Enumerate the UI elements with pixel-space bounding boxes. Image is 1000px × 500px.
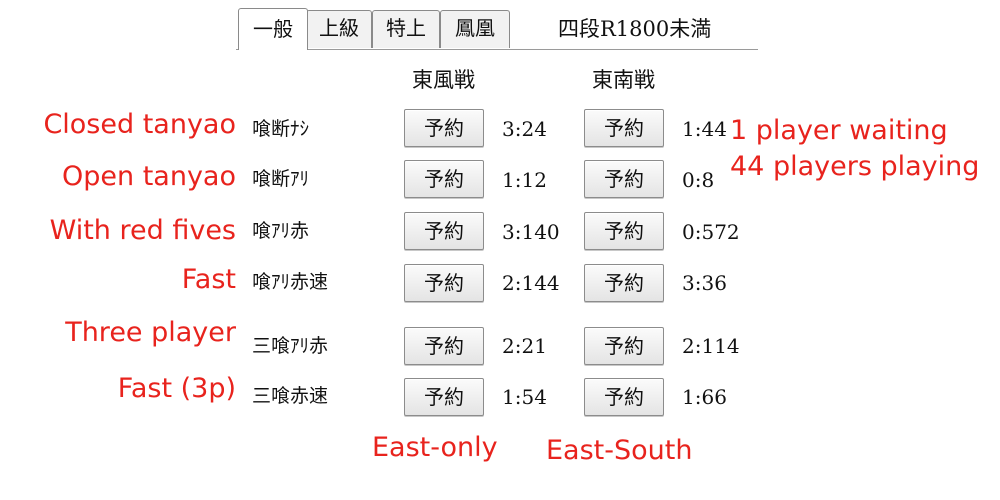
count-closed-tanyao-east-only: 3:24 — [502, 117, 547, 141]
rule-name-red-fives: 喰ｱﾘ赤 — [252, 220, 310, 242]
count-red-fives-east-south: 0:572 — [682, 220, 740, 244]
annotation-players-playing: 44 players playing — [730, 151, 980, 182]
tab-advanced[interactable]: 上級 — [306, 10, 372, 48]
tab-phoenix[interactable]: 鳳凰 — [440, 10, 510, 48]
rule-name-fast: 喰ｱﾘ赤速 — [252, 271, 329, 293]
rule-name-fast-3p: 三喰赤速 — [252, 385, 329, 407]
reserve-button-fast-east-only[interactable]: 予約 — [404, 264, 484, 302]
reserve-button-fast-3p-east-only[interactable]: 予約 — [404, 378, 484, 416]
count-open-tanyao-east-only: 1:12 — [502, 168, 547, 192]
count-open-tanyao-east-south: 0:8 — [682, 168, 715, 192]
rule-name-closed-tanyao: 喰断ﾅｼ — [252, 118, 310, 140]
tab-bar-baseline — [236, 49, 758, 50]
annotation-open-tanyao: Open tanyao — [62, 161, 236, 192]
count-closed-tanyao-east-south: 1:44 — [682, 117, 727, 141]
reserve-button-fast-east-south[interactable]: 予約 — [584, 264, 664, 302]
annotation-closed-tanyao: Closed tanyao — [43, 109, 236, 140]
room-tab-bar: 一般 上級 特上 鳳凰 四段R1800未満 — [236, 8, 758, 50]
tab-expert[interactable]: 特上 — [372, 10, 440, 48]
annotation-east-only: East-only — [372, 432, 498, 463]
reserve-button-open-tanyao-east-south[interactable]: 予約 — [584, 160, 664, 198]
rule-name-open-tanyao: 喰断ｱﾘ — [252, 168, 310, 190]
count-fast-3p-east-south: 1:66 — [682, 385, 727, 409]
annotation-red-fives: With red fives — [49, 215, 236, 246]
count-three-player-east-only: 2:21 — [502, 334, 547, 358]
reserve-button-red-fives-east-only[interactable]: 予約 — [404, 212, 484, 250]
count-three-player-east-south: 2:114 — [682, 334, 740, 358]
annotation-players-waiting: 1 player waiting — [730, 115, 948, 146]
annotation-east-south: East-South — [546, 435, 693, 466]
count-red-fives-east-only: 3:140 — [502, 220, 560, 244]
reserve-button-three-player-east-only[interactable]: 予約 — [404, 327, 484, 365]
reserve-button-open-tanyao-east-only[interactable]: 予約 — [404, 160, 484, 198]
reserve-button-closed-tanyao-east-south[interactable]: 予約 — [584, 109, 664, 147]
column-header-east-south: 東南戦 — [592, 68, 655, 92]
reserve-button-three-player-east-south[interactable]: 予約 — [584, 327, 664, 365]
rule-name-three-player: 三喰ｱﾘ赤 — [252, 335, 329, 357]
tab-general[interactable]: 一般 — [238, 8, 308, 50]
annotation-fast: Fast — [181, 264, 236, 295]
annotation-three-player: Three player — [65, 317, 236, 348]
reserve-button-fast-3p-east-south[interactable]: 予約 — [584, 378, 664, 416]
column-header-east-only: 東風戦 — [412, 68, 475, 92]
reserve-button-closed-tanyao-east-only[interactable]: 予約 — [404, 109, 484, 147]
reserve-button-red-fives-east-south[interactable]: 予約 — [584, 212, 664, 250]
annotation-fast-3p: Fast (3p) — [117, 373, 236, 404]
count-fast-east-only: 2:144 — [502, 271, 560, 295]
count-fast-east-south: 3:36 — [682, 271, 727, 295]
tab-room-requirement: 四段R1800未満 — [558, 17, 712, 41]
count-fast-3p-east-only: 1:54 — [502, 385, 547, 409]
